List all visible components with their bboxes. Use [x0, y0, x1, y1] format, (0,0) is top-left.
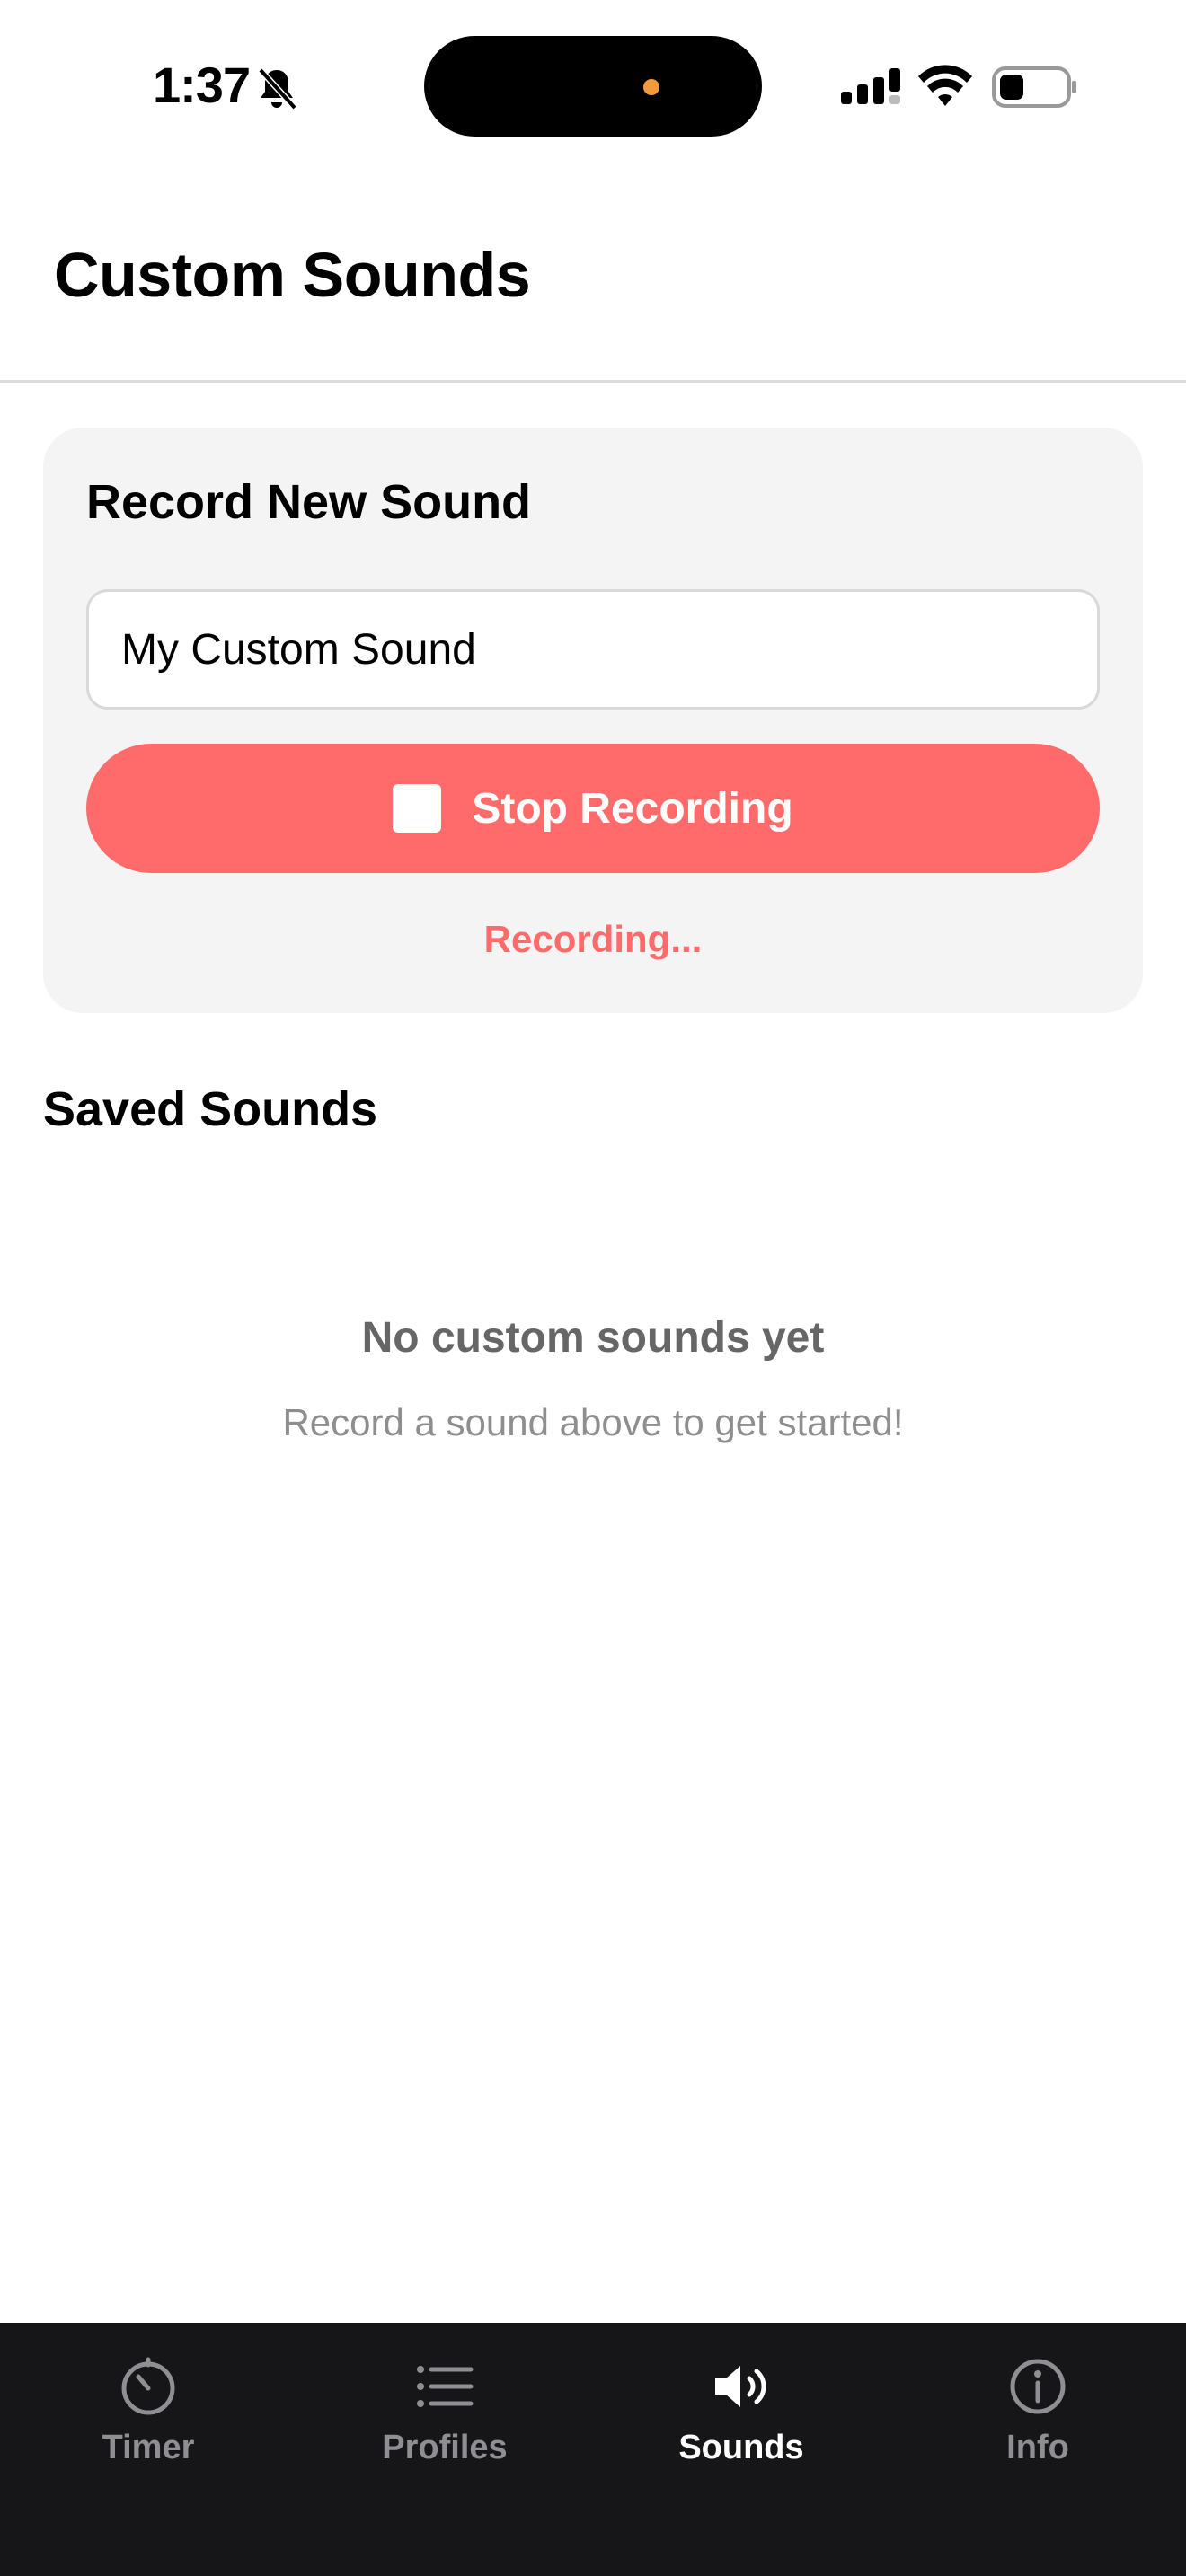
empty-state-title: No custom sounds yet	[361, 1314, 825, 1362]
page-header: Custom Sounds	[0, 171, 1186, 383]
status-time: 1:37	[153, 57, 251, 113]
list-icon	[417, 2366, 474, 2407]
sound-name-input[interactable]	[86, 589, 1100, 710]
record-new-sound-card: Record New Sound Stop Recording Recordin…	[43, 428, 1143, 1013]
empty-state-subtitle: Record a sound above to get started!	[282, 1401, 904, 1443]
page-title: Custom Sounds	[54, 240, 531, 310]
tab-info[interactable]: Info	[890, 2323, 1186, 2502]
tab-bar: Timer Profiles Sounds Info	[0, 2323, 1186, 2576]
tab-timer-label: Timer	[102, 2429, 195, 2466]
battery-icon	[992, 66, 1076, 108]
bell-muted-icon	[258, 67, 297, 110]
cellular-signal-icon	[841, 68, 900, 104]
dynamic-island	[424, 36, 762, 137]
status-bar: 1:37	[0, 0, 1186, 171]
timer-icon	[121, 2357, 175, 2415]
mic-indicator-dot	[643, 79, 659, 95]
speaker-icon	[715, 2366, 766, 2407]
record-section-title: Record New Sound	[86, 475, 532, 529]
wifi-icon	[918, 65, 972, 106]
tab-info-label: Info	[1006, 2429, 1069, 2466]
recording-status: Recording...	[483, 918, 703, 960]
tab-profiles-label: Profiles	[382, 2429, 508, 2466]
tab-sounds-label: Sounds	[678, 2429, 804, 2466]
saved-sounds-title: Saved Sounds	[43, 1082, 378, 1136]
stop-icon	[393, 784, 442, 833]
info-icon	[1010, 2359, 1066, 2414]
stop-recording-label: Stop Recording	[472, 784, 793, 833]
tab-profiles[interactable]: Profiles	[296, 2323, 593, 2502]
stop-recording-button[interactable]: Stop Recording	[86, 744, 1100, 873]
tab-timer[interactable]: Timer	[0, 2323, 296, 2502]
tab-sounds[interactable]: Sounds	[593, 2323, 890, 2502]
